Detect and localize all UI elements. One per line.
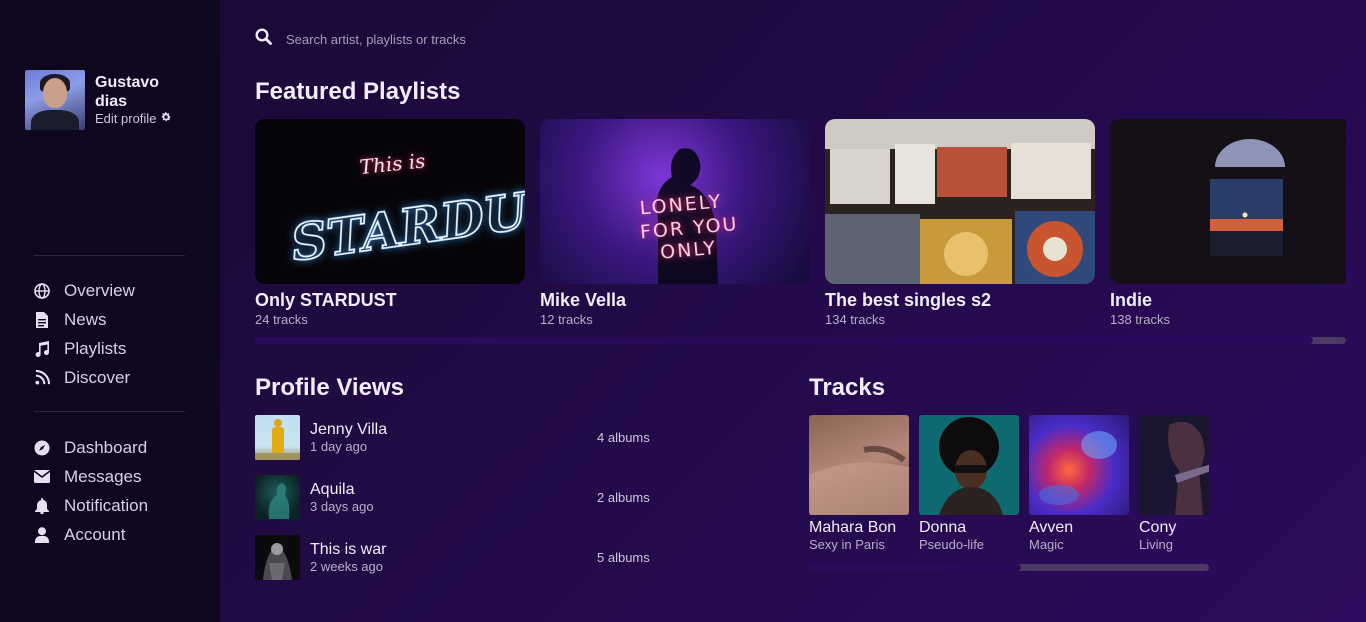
track-subtitle: Living [1139, 537, 1173, 552]
track-title: Avven [1029, 519, 1074, 536]
track-card[interactable]: Avven Magic [1029, 415, 1129, 552]
avatar[interactable] [25, 70, 85, 130]
profile-view-time: 2 weeks ago [310, 559, 383, 574]
track-subtitle: Sexy in Paris [809, 537, 885, 552]
playlist-cover: This is STARDUST [255, 119, 525, 284]
profile-view-albums: 2 albums [597, 490, 650, 505]
playlist-card[interactable]: LONELY FOR YOU ONLY Mike Vella 12 tracks [540, 119, 810, 327]
profile-view-row[interactable]: Aquila 3 days ago 2 albums [255, 475, 665, 520]
nav-label: Messages [64, 466, 142, 486]
nav-item-playlists[interactable]: Playlists [34, 334, 135, 363]
nav-item-messages[interactable]: Messages [34, 462, 148, 491]
nav-label: News [64, 309, 107, 329]
profile-view-avatar [255, 415, 300, 460]
nav-item-account[interactable]: Account [34, 520, 148, 549]
rss-icon [34, 370, 50, 386]
nav-label: Playlists [64, 338, 127, 358]
envelope-icon [34, 469, 50, 485]
sidebar-divider [34, 411, 185, 412]
playlist-track-count: 138 tracks [1110, 312, 1170, 327]
profile-view-row[interactable]: This is war 2 weeks ago 5 albums [255, 535, 665, 580]
user-profile: Gustavo dias Edit profile [25, 70, 175, 130]
track-title: Donna [919, 519, 967, 536]
nav-label: Discover [64, 367, 131, 387]
track-cover [809, 415, 909, 515]
document-icon [34, 311, 50, 328]
nav-item-news[interactable]: News [34, 305, 135, 334]
primary-nav: Overview News Playlists Discover [34, 276, 135, 392]
user-icon [34, 526, 50, 543]
profile-view-name: Aquila [310, 481, 355, 498]
profile-view-name: This is war [310, 541, 387, 558]
nav-label: Account [64, 524, 126, 544]
bell-icon [34, 497, 50, 514]
secondary-nav: Dashboard Messages Notification Account [34, 433, 148, 549]
featured-heading: Featured Playlists [255, 78, 461, 105]
sidebar: Gustavo dias Edit profile Overview News [0, 0, 220, 622]
profile-view-row[interactable]: Jenny Villa 1 day ago 4 albums [255, 415, 665, 460]
track-cover [1029, 415, 1129, 515]
user-name: Gustavo dias [95, 74, 160, 110]
tracks-scrollbar-thumb[interactable] [809, 564, 1021, 571]
track-cover [919, 415, 1019, 515]
nav-label: Overview [64, 280, 135, 300]
playlist-title: Only STARDUST [255, 290, 397, 310]
track-subtitle: Pseudo-life [919, 537, 985, 552]
tracks-carousel: Mahara Bon Sexy in Paris Donna Pseudo-li… [809, 415, 1209, 555]
playlist-cover [825, 119, 1095, 284]
nav-item-notification[interactable]: Notification [34, 491, 148, 520]
featured-scrollbar[interactable] [255, 337, 1346, 344]
playlist-title: Mike Vella [540, 290, 627, 310]
nav-item-dashboard[interactable]: Dashboard [34, 433, 148, 462]
track-subtitle: Magic [1029, 537, 1064, 552]
playlist-card[interactable]: Indie 138 tracks [1110, 119, 1346, 327]
globe-icon [34, 282, 50, 299]
tracks-heading: Tracks [809, 374, 886, 401]
profile-view-name: Jenny Villa [310, 421, 388, 438]
track-card[interactable]: Mahara Bon Sexy in Paris [809, 415, 909, 552]
sidebar-divider [34, 255, 185, 256]
tracks-scrollbar[interactable] [809, 564, 1209, 571]
nav-item-discover[interactable]: Discover [34, 363, 135, 392]
search-icon[interactable] [255, 28, 272, 50]
search-input[interactable] [286, 31, 586, 47]
track-title: Cony [1139, 519, 1177, 536]
profile-view-time: 3 days ago [310, 499, 374, 514]
nav-item-overview[interactable]: Overview [34, 276, 135, 305]
gear-icon [160, 111, 172, 126]
profile-views-heading: Profile Views [255, 374, 404, 401]
compass-icon [34, 440, 50, 456]
profile-view-albums: 4 albums [597, 430, 650, 445]
playlist-track-count: 24 tracks [255, 312, 308, 327]
playlist-cover: LONELY FOR YOU ONLY [540, 119, 810, 284]
nav-label: Dashboard [64, 437, 148, 457]
nav-label: Notification [64, 495, 149, 515]
featured-scrollbar-thumb[interactable] [255, 337, 1314, 344]
playlist-title: Indie [1110, 290, 1153, 310]
music-note-icon [34, 340, 50, 357]
search-bar [255, 28, 586, 50]
edit-profile-link[interactable]: Edit profile [95, 111, 175, 126]
profile-view-avatar [255, 475, 300, 520]
playlist-card[interactable]: This is STARDUST Only STARDUST 24 tracks [255, 119, 525, 327]
playlist-track-count: 134 tracks [825, 312, 885, 327]
playlist-card[interactable]: The best singles s2 134 tracks [825, 119, 1095, 327]
track-card[interactable]: Donna Pseudo-life [919, 415, 1019, 552]
track-title: Mahara Bon [809, 519, 897, 536]
profile-view-albums: 5 albums [597, 550, 650, 565]
track-cover [1139, 415, 1209, 515]
edit-profile-label: Edit profile [95, 111, 157, 126]
playlist-title: The best singles s2 [825, 290, 992, 310]
profile-view-avatar [255, 535, 300, 580]
playlist-cover [1110, 119, 1346, 284]
playlist-track-count: 12 tracks [540, 312, 593, 327]
featured-playlists-carousel: This is STARDUST Only STARDUST 24 tracks… [255, 119, 1346, 329]
track-card[interactable]: Cony Living [1139, 415, 1209, 552]
profile-view-time: 1 day ago [310, 439, 368, 454]
